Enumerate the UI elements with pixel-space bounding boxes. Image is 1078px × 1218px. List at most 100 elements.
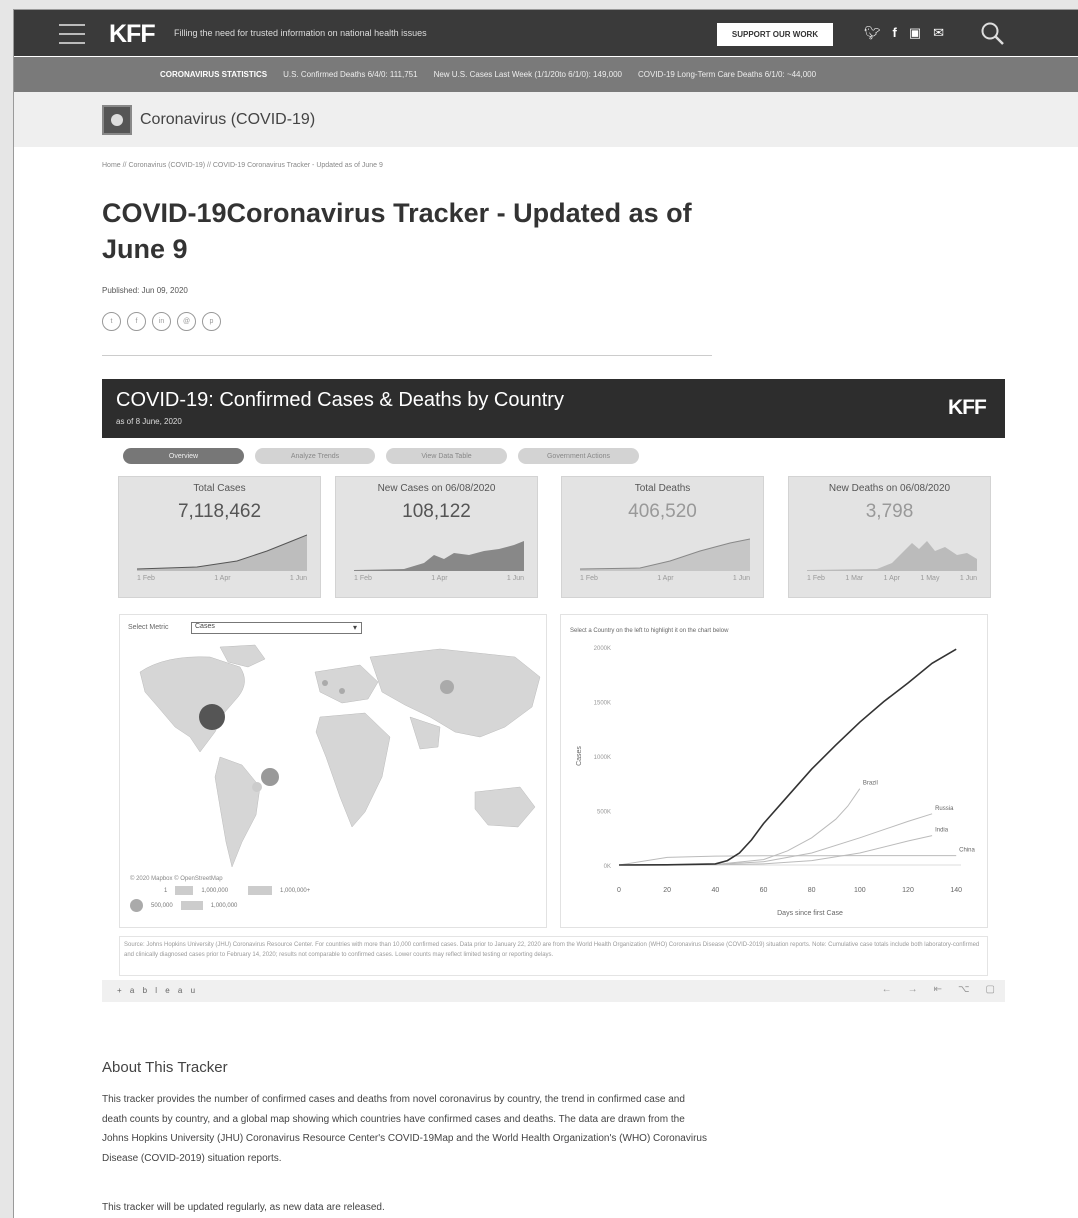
stat-item[interactable]: U.S. Confirmed Deaths 6/4/0: 111,751 (283, 70, 417, 79)
kpi-ticks: 1 Feb 1 Apr 1 Jun (137, 575, 307, 582)
share-linkedin-icon[interactable]: in (152, 312, 171, 331)
dashboard-footnote: Source: Johns Hopkins University (JHU) C… (119, 936, 988, 976)
dashboard-tabs: Overview Analyze Trends View Data Table … (123, 448, 639, 464)
tableau-toolbar: + a b l e a u ← → ⇤ ⌥ ▢ (102, 980, 1005, 1002)
revert-icon[interactable]: ⇤ (934, 984, 942, 995)
y-tick-label: 0K (604, 864, 611, 870)
select-metric-dropdown[interactable]: Cases (191, 622, 362, 634)
dashboard-header: COVID-19: Confirmed Cases & Deaths by Co… (102, 379, 1005, 438)
kpi-value: 406,520 (628, 501, 697, 522)
x-tick-label: 20 (663, 887, 671, 894)
tab-government-actions[interactable]: Government Actions (518, 448, 639, 464)
kpi-ticks: 1 Feb 1 Apr 1 Jun (354, 575, 524, 582)
twitter-icon[interactable]: 🐦︎ (864, 25, 881, 41)
tab-overview[interactable]: Overview (123, 448, 244, 464)
share-buttons: t f in @ p (102, 312, 221, 331)
cases-trend-panel: Select a Country on the left to highligh… (560, 614, 988, 928)
world-map[interactable] (120, 637, 546, 877)
x-tick-label: 0 (617, 887, 621, 894)
top-navbar: KFF Filling the need for trusted informa… (14, 10, 1078, 56)
x-axis-title: Days since first Case (777, 910, 843, 917)
section-title[interactable]: Coronavirus (COVID-19) (140, 111, 315, 129)
series-label: Russia (935, 806, 954, 812)
select-metric-label: Select Metric (128, 624, 169, 631)
kpi-value: 7,118,462 (177, 501, 262, 522)
dashboard-title: COVID-19: Confirmed Cases & Deaths by Co… (116, 389, 564, 411)
site-tagline: Filling the need for trusted information… (174, 28, 427, 38)
share-print-icon[interactable]: p (202, 312, 221, 331)
kff-logo[interactable]: KFF (109, 20, 156, 49)
kpi-sparkline (807, 541, 977, 571)
kpi-value: 108,122 (402, 501, 471, 522)
kpi-sparkline (137, 534, 307, 571)
dashboard-subtitle: as of 8 June, 2020 (116, 417, 182, 426)
coronavirus-icon (102, 105, 132, 135)
stat-item[interactable]: COVID-19 Long-Term Care Deaths 6/1/0: ~4… (638, 70, 816, 79)
x-tick-label: 80 (808, 887, 816, 894)
share-email-icon[interactable]: @ (177, 312, 196, 331)
y-tick-label: 1500K (594, 701, 611, 707)
about-update-note: This tracker will be updated regularly, … (102, 1202, 385, 1213)
tab-view-data-table[interactable]: View Data Table (386, 448, 507, 464)
cases-trend-chart[interactable]: 0K 500K 1000K 1500K 2000K 0 20 40 60 80 100 120 140 D… (561, 635, 987, 925)
fullscreen-icon[interactable]: ▢ (986, 984, 995, 995)
kpi-label: Total Cases (193, 483, 246, 494)
x-tick-label: 60 (760, 887, 768, 894)
support-our-work-button[interactable]: SUPPORT OUR WORK (717, 23, 833, 46)
instagram-icon[interactable]: ▣ (909, 25, 921, 41)
facebook-icon[interactable]: f (893, 25, 897, 41)
map-attribution: © 2020 Mapbox © OpenStreetMap (130, 876, 223, 882)
chart-hint: Select a Country on the left to highligh… (570, 628, 729, 634)
about-body: This tracker provides the number of conf… (102, 1094, 707, 1164)
y-tick-label: 2000K (594, 646, 611, 652)
dashboard-logo: KFF (948, 396, 987, 419)
x-tick-label: 100 (854, 887, 866, 894)
kpi-label: New Cases on 06/08/2020 (377, 483, 496, 494)
stats-bar-label: CORONAVIRUS STATISTICS (160, 70, 268, 79)
share-icon[interactable]: ⌥ (958, 984, 970, 995)
tab-analyze-trends[interactable]: Analyze Trends (255, 448, 375, 464)
kpi-new-cases[interactable]: New Cases on 06/08/2020 108,122 1 Feb 1 A… (335, 476, 538, 598)
hamburger-menu-icon[interactable] (59, 24, 85, 44)
tableau-logo[interactable]: + a b l e a u (117, 986, 198, 995)
series-line (618, 835, 933, 866)
share-twitter-icon[interactable]: t (102, 312, 121, 331)
kpi-new-deaths[interactable]: New Deaths on 06/08/2020 3,798 1 Feb 1 Ma… (788, 476, 991, 598)
email-icon[interactable]: ✉ (933, 25, 944, 41)
series-label: China (959, 848, 975, 854)
kpi-ticks: 1 Feb 1 Apr 1 Jun (580, 575, 750, 582)
undo-icon[interactable]: ← (882, 984, 892, 995)
world-map-panel: Select Metric Cases ▾ © 2020 Mapbox © Op… (119, 614, 547, 928)
x-tick-label: 40 (711, 887, 719, 894)
series-line (618, 648, 957, 866)
divider (102, 355, 712, 356)
y-axis-title: Cases (576, 746, 583, 766)
page-title: COVID-19Coronavirus Tracker - Updated as… (102, 198, 692, 264)
x-tick-label: 120 (902, 887, 914, 894)
page: KFF Filling the need for trusted informa… (13, 9, 1078, 1218)
kpi-label: Total Deaths (634, 483, 691, 494)
kpi-total-cases[interactable]: Total Cases 7,118,462 1 Feb 1 Apr 1 Jun (118, 476, 321, 598)
coronavirus-stats-bar: CORONAVIRUS STATISTICS U.S. Confirmed De… (14, 57, 1078, 92)
search-icon[interactable] (980, 21, 1006, 47)
y-tick-label: 500K (597, 810, 611, 816)
kpi-value: 3,798 (865, 501, 914, 522)
share-facebook-icon[interactable]: f (127, 312, 146, 331)
y-tick-label: 1000K (594, 755, 611, 761)
series-label: Brazil (863, 781, 878, 787)
kpi-ticks: 1 Feb 1 Mar 1 Apr 1 May 1 Jun (807, 575, 977, 582)
stat-item[interactable]: New U.S. Cases Last Week (1/1/20to 6/1/0… (434, 70, 622, 79)
breadcrumb[interactable]: Home // Coronavirus (COVID-19) // COVID-… (102, 162, 383, 169)
kpi-sparkline (354, 541, 524, 571)
x-tick-label: 140 (950, 887, 962, 894)
section-banner: Coronavirus (COVID-19) (14, 92, 1078, 147)
redo-icon[interactable]: → (908, 984, 918, 995)
social-links: 🐦︎ f ▣ ✉ (864, 25, 944, 41)
tableau-dashboard: COVID-19: Confirmed Cases & Deaths by Co… (102, 379, 1005, 1004)
toolbar-controls: ← → ⇤ ⌥ ▢ (882, 984, 995, 995)
kpi-sparkline (580, 538, 750, 571)
map-legend: 1 1,000,000 1,000,000+ 500,000 1,000,000 (130, 886, 310, 912)
published-date: Published: Jun 09, 2020 (102, 286, 188, 295)
series-label: India (935, 828, 949, 834)
kpi-total-deaths[interactable]: Total Deaths 406,520 1 Feb 1 Apr 1 Jun (561, 476, 764, 598)
